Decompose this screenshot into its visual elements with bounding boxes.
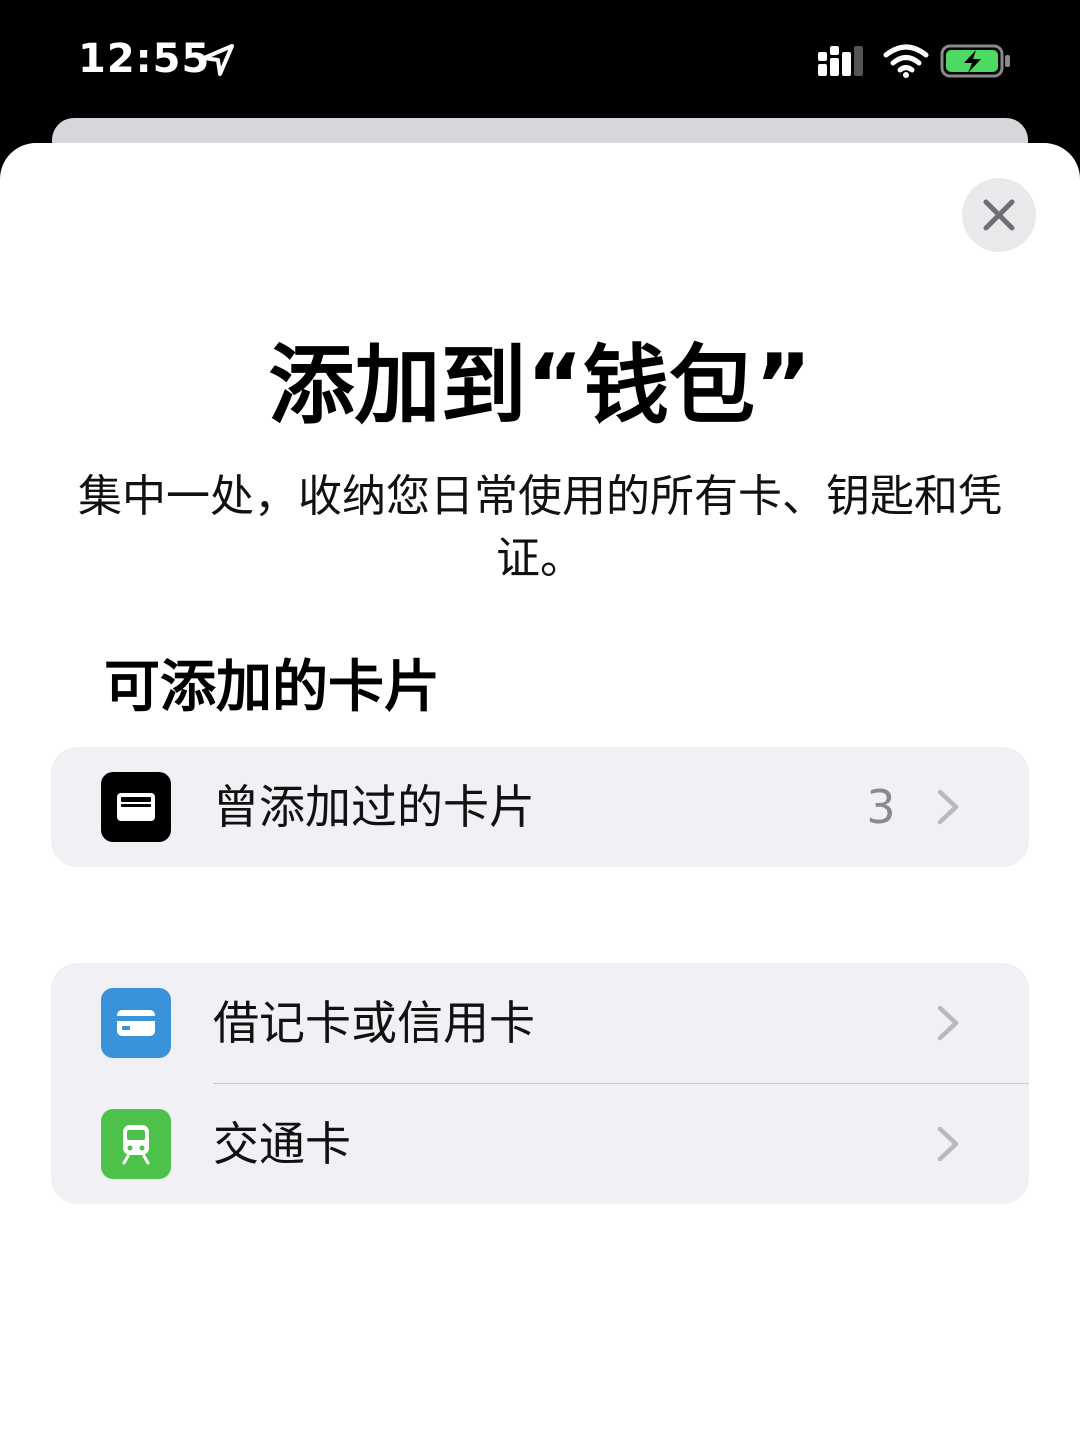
page-title: 添加到“钱包” xyxy=(268,336,812,436)
cellular-signal-icon xyxy=(818,46,863,76)
list-item-label: 交通卡 xyxy=(213,1117,351,1171)
battery-charging-icon xyxy=(940,44,1010,78)
list-item-previous-cards[interactable]: 曾添加过的卡片 3 xyxy=(51,747,1029,867)
status-bar: 12:55 xyxy=(0,0,1080,118)
wallet-icon xyxy=(101,772,171,842)
list-item-label: 曾添加过的卡片 xyxy=(213,780,535,834)
list-item-transit-card[interactable]: 交通卡 xyxy=(51,1084,1029,1204)
chevron-right-icon xyxy=(937,1005,959,1041)
list-item-label: 借记卡或信用卡 xyxy=(213,996,535,1050)
credit-card-icon xyxy=(101,988,171,1058)
list-item-debit-credit-card[interactable]: 借记卡或信用卡 xyxy=(51,963,1029,1083)
train-icon xyxy=(101,1109,171,1179)
close-button[interactable] xyxy=(962,178,1036,252)
chevron-right-icon xyxy=(937,789,959,825)
previous-cards-group: 曾添加过的卡片 3 xyxy=(51,747,1029,867)
page-subtitle: 集中一处，收纳您日常使用的所有卡、钥匙和凭证。 xyxy=(78,471,1002,584)
item-count-badge: 3 xyxy=(866,780,896,834)
section-heading: 可添加的卡片 xyxy=(104,655,440,720)
location-arrow-icon xyxy=(202,44,234,76)
close-icon xyxy=(983,199,1015,231)
status-time: 12:55 xyxy=(78,36,211,82)
wifi-icon xyxy=(883,44,929,78)
add-card-types-group: 借记卡或信用卡 交通卡 xyxy=(51,963,1029,1204)
chevron-right-icon xyxy=(937,1126,959,1162)
